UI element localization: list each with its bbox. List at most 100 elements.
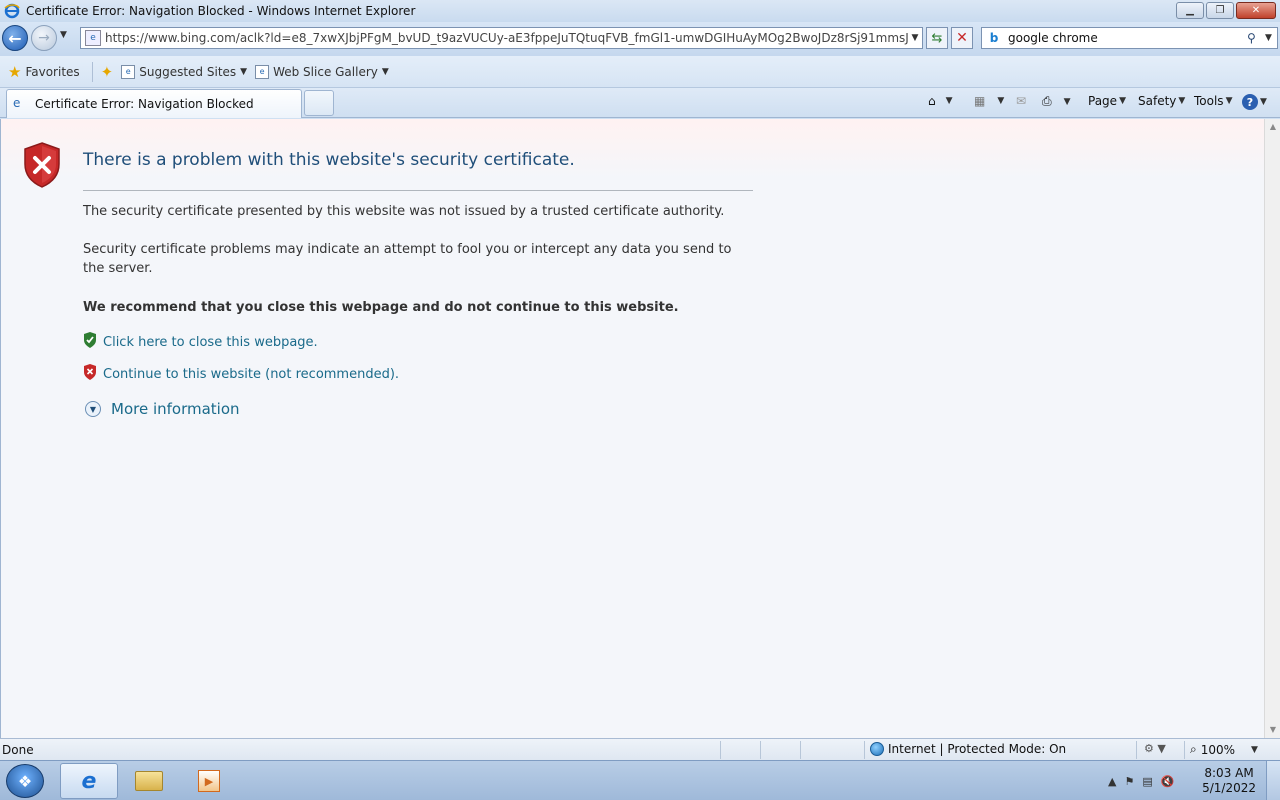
- windows-logo-icon: ❖: [17, 771, 33, 791]
- print-dropdown-icon: ▼: [1063, 96, 1071, 107]
- refresh-button[interactable]: ⇆: [926, 27, 948, 49]
- red-shield-icon: [83, 364, 97, 384]
- status-text: Done: [2, 743, 34, 757]
- scroll-up-icon[interactable]: ▲: [1265, 119, 1280, 135]
- page-menu-button[interactable]: Page ▼: [1088, 94, 1126, 108]
- internet-explorer-icon: e: [81, 768, 97, 794]
- address-url[interactable]: https://www.bing.com/aclk?ld=e8_7xwXJbjP…: [105, 31, 908, 45]
- feeds-button[interactable]: ▦ ▼: [974, 94, 1004, 108]
- close-webpage-link[interactable]: Click here to close this webpage.: [103, 335, 318, 350]
- continue-website-link[interactable]: Continue to this website (not recommende…: [103, 367, 399, 382]
- favbar-divider: [91, 61, 93, 82]
- clock[interactable]: 8:03 AM 5/1/2022: [1202, 766, 1256, 796]
- protected-mode-icon[interactable]: ⚙ ▼: [1144, 742, 1166, 755]
- home-button[interactable]: ⌂ ▼: [928, 94, 953, 108]
- navigation-bar: ← → ▼ e https://www.bing.com/aclk?ld=e8_…: [0, 22, 1280, 56]
- recommendation-text: We recommend that you close this webpage…: [83, 300, 679, 315]
- show-desktop-button[interactable]: [1266, 761, 1280, 800]
- add-to-favorites-bar-button[interactable]: ✦: [101, 63, 114, 81]
- back-arrow-icon: ←: [8, 28, 22, 48]
- chevron-down-icon: ▼: [85, 401, 101, 417]
- new-tab-button[interactable]: [304, 90, 334, 116]
- stop-icon: ✕: [956, 30, 968, 46]
- address-bar[interactable]: e https://www.bing.com/aclk?ld=e8_7xwXJb…: [80, 27, 923, 49]
- page-menu-label: Page: [1088, 94, 1118, 108]
- help-dropdown-icon: ▼: [1260, 97, 1267, 107]
- tools-menu-button[interactable]: Tools ▼: [1194, 94, 1232, 108]
- title-bar: Certificate Error: Navigation Blocked - …: [0, 0, 1280, 22]
- read-mail-button[interactable]: ✉: [1016, 94, 1026, 108]
- suggested-sites-dropdown-icon: ▼: [240, 66, 248, 77]
- vertical-scrollbar[interactable]: ▲ ▼: [1264, 119, 1280, 738]
- tab-label: Certificate Error: Navigation Blocked: [35, 97, 254, 111]
- search-options-dropdown-icon[interactable]: ▼: [1265, 33, 1277, 43]
- folder-icon: [135, 771, 163, 791]
- ie-logo-icon: [4, 3, 20, 19]
- feeds-dropdown-icon: ▼: [997, 96, 1005, 106]
- safety-menu-button[interactable]: Safety ▼: [1138, 94, 1185, 108]
- more-information-toggle[interactable]: ▼ More information: [85, 400, 240, 418]
- forward-button[interactable]: →: [31, 25, 57, 51]
- security-zone[interactable]: Internet | Protected Mode: On: [870, 742, 1066, 756]
- status-divider: [760, 741, 761, 759]
- title-divider: [83, 190, 753, 191]
- favorites-star-icon: ★: [8, 62, 22, 81]
- page-title: There is a problem with this website's s…: [83, 150, 575, 170]
- search-icon[interactable]: ⚲: [1247, 31, 1265, 45]
- restore-button[interactable]: ❐: [1206, 2, 1234, 19]
- recent-pages-dropdown-icon[interactable]: ▼: [60, 30, 67, 40]
- taskbar-windows-explorer[interactable]: [120, 763, 178, 799]
- zoom-level-button[interactable]: ⌕ 100% ▼: [1190, 742, 1258, 757]
- favorites-bar: ★ Favorites ✦ e Suggested Sites ▼ e Web …: [0, 56, 1280, 88]
- favorites-button[interactable]: ★ Favorites: [8, 63, 80, 81]
- search-box[interactable]: b google chrome ⚲ ▼: [981, 27, 1278, 49]
- close-window-button[interactable]: ✕: [1236, 2, 1276, 19]
- continue-website-option[interactable]: Continue to this website (not recommende…: [83, 364, 399, 384]
- mail-icon: ✉: [1016, 94, 1027, 108]
- refresh-icon: ⇆: [931, 30, 943, 46]
- zoom-dropdown-icon: ▼: [1251, 744, 1258, 755]
- tab-certificate-error[interactable]: e Certificate Error: Navigation Blocked: [6, 89, 302, 118]
- safety-menu-dropdown-icon: ▼: [1178, 96, 1186, 106]
- security-zone-label: Internet | Protected Mode: On: [888, 742, 1067, 756]
- window-title: Certificate Error: Navigation Blocked - …: [26, 4, 416, 18]
- network-icon[interactable]: ▤: [1142, 775, 1152, 788]
- add-favorite-star-icon: ✦: [100, 62, 114, 81]
- taskbar-internet-explorer[interactable]: e: [60, 763, 118, 799]
- untrusted-authority-text: The security certificate presented by th…: [83, 204, 725, 219]
- forward-arrow-icon: →: [38, 30, 50, 46]
- show-hidden-icons-icon[interactable]: ▲: [1108, 775, 1116, 788]
- suggested-sites-button[interactable]: e Suggested Sites ▼: [121, 64, 248, 79]
- scroll-down-icon[interactable]: ▼: [1265, 722, 1280, 738]
- zoom-magnifier-icon: ⌕: [1190, 742, 1197, 756]
- status-divider: [720, 741, 721, 759]
- help-icon: ?: [1242, 94, 1258, 110]
- address-dropdown-icon[interactable]: ▼: [908, 33, 922, 43]
- suggested-sites-icon: e: [121, 64, 136, 79]
- taskbar-media-player[interactable]: ▶: [180, 763, 238, 799]
- close-webpage-option[interactable]: Click here to close this webpage.: [83, 332, 318, 352]
- status-bar: Done Internet | Protected Mode: On ⚙ ▼ ⌕…: [0, 738, 1280, 760]
- help-button[interactable]: ? ▼: [1242, 94, 1267, 110]
- home-icon: ⌂: [928, 94, 936, 108]
- back-button[interactable]: ←: [2, 25, 28, 51]
- print-button[interactable]: ⎙ ▼: [1042, 94, 1071, 109]
- home-dropdown-icon: ▼: [945, 96, 953, 106]
- zoom-level: 100%: [1200, 742, 1236, 757]
- clock-date: 5/1/2022: [1202, 781, 1256, 795]
- volume-muted-icon[interactable]: 🔇: [1161, 775, 1175, 788]
- favorites-label: Favorites: [25, 64, 80, 79]
- stop-button[interactable]: ✕: [951, 27, 973, 49]
- tab-ie-icon: e: [13, 96, 21, 110]
- bing-icon: b: [989, 31, 999, 45]
- page-content: There is a problem with this website's s…: [0, 119, 1264, 738]
- minimize-button[interactable]: ▁: [1176, 2, 1204, 19]
- action-center-flag-icon[interactable]: ⚑: [1124, 775, 1134, 788]
- start-button[interactable]: ❖: [6, 764, 44, 798]
- search-input[interactable]: google chrome: [1008, 31, 1247, 45]
- internet-globe-icon: [870, 742, 884, 756]
- suggested-sites-label: Suggested Sites: [139, 64, 237, 79]
- green-shield-icon: [83, 332, 97, 352]
- web-slice-gallery-button[interactable]: e Web Slice Gallery ▼: [255, 64, 389, 79]
- tools-menu-dropdown-icon: ▼: [1225, 96, 1233, 106]
